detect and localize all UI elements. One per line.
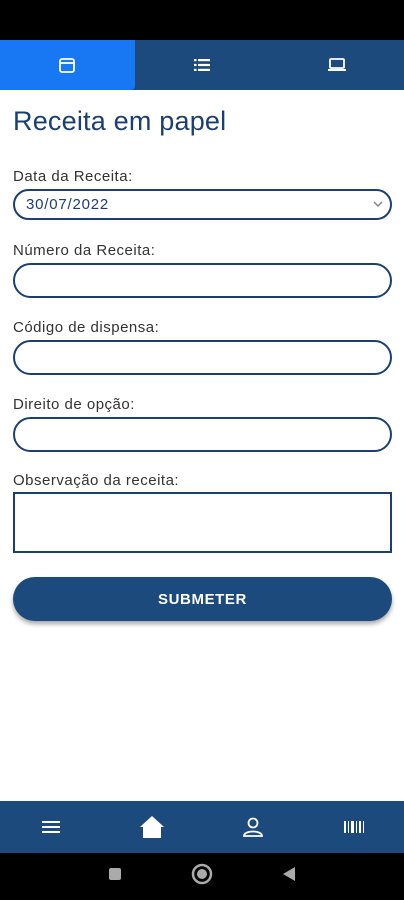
observation-textarea[interactable] [13,492,392,553]
list-icon [194,59,210,71]
nav-barcode[interactable] [303,801,404,853]
date-value: 30/07/2022 [26,196,110,213]
user-icon [242,817,263,837]
top-tab-bar [0,40,404,90]
dispense-input[interactable] [13,340,392,375]
tab-list[interactable] [135,40,270,90]
number-input[interactable] [13,263,392,298]
date-select[interactable]: 30/07/2022 [13,189,392,220]
recents-icon[interactable] [107,866,123,887]
tab-calendar[interactable] [0,40,135,90]
page-title: Receita em papel [13,106,227,136]
nav-home[interactable] [101,801,202,853]
calendar-icon [59,58,76,73]
number-label: Número da Receita: [13,242,156,259]
back-icon[interactable] [281,865,297,888]
home-icon [139,816,164,838]
bottom-nav [0,801,404,853]
observation-label: Observação da receita: [13,472,180,489]
system-nav-bar [0,853,404,900]
menu-icon [41,821,60,833]
nav-profile[interactable] [202,801,303,853]
nav-menu[interactable] [0,801,101,853]
option-label: Direito de opção: [13,396,135,413]
barcode-icon [343,821,364,833]
date-label: Data da Receita: [13,168,133,185]
home-circle-icon[interactable] [191,863,213,890]
status-bar [0,0,404,40]
tab-laptop[interactable] [269,40,404,90]
option-input[interactable] [13,417,392,452]
dispense-label: Código de dispensa: [13,319,160,336]
submit-button[interactable]: SUBMETER [13,577,392,621]
laptop-icon [327,58,346,71]
chevron-down-icon [373,201,383,208]
